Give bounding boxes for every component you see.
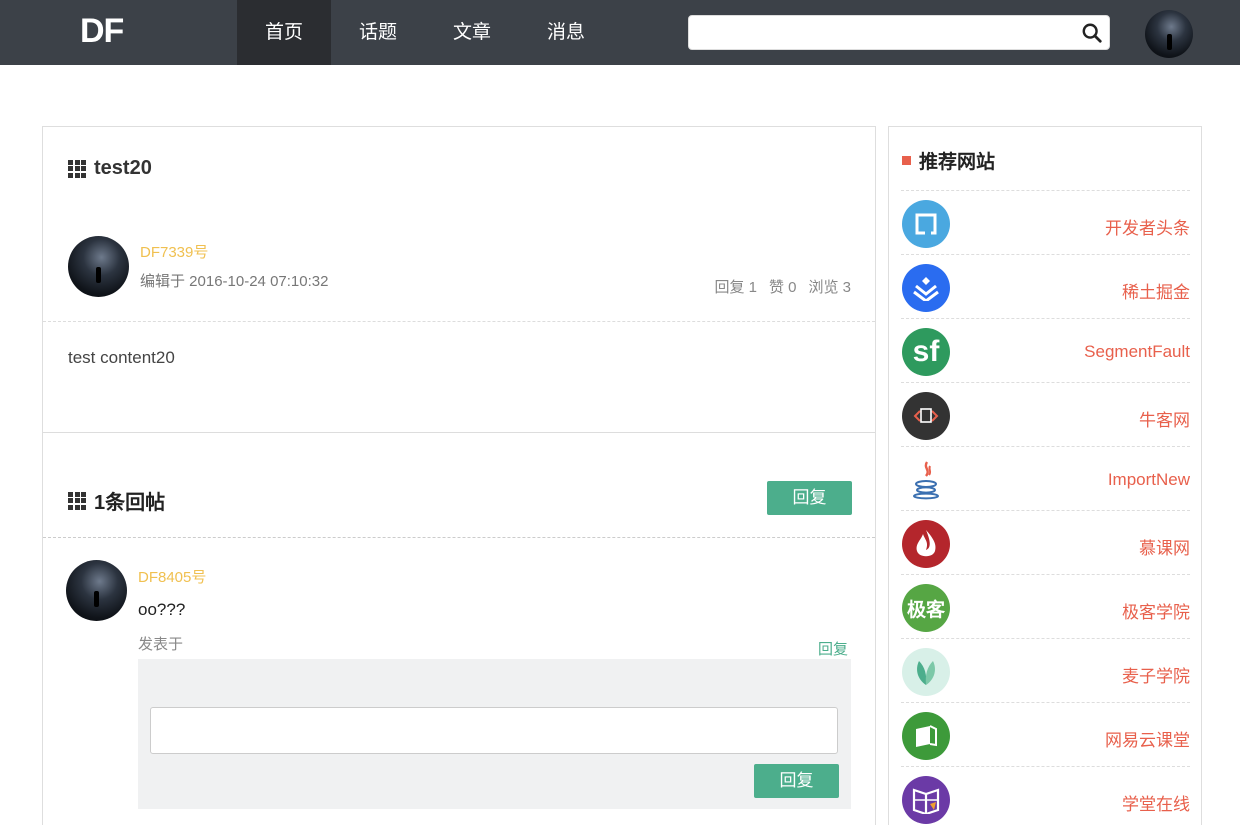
site-logo[interactable]: DF <box>80 12 124 51</box>
list-item[interactable]: 牛客网 <box>901 382 1190 446</box>
square-icon <box>902 156 911 165</box>
site-name[interactable]: 麦子学院 <box>1122 662 1190 687</box>
post-panel: test20 DF7339号 编辑于 2016-10-24 07:10:32 回… <box>42 126 876 825</box>
recommended-sites-panel: 推荐网站 开发者头条 稀土掘金 sf SegmentFault 牛客网 Impo… <box>888 126 1202 825</box>
list-item[interactable]: 慕课网 <box>901 510 1190 574</box>
reply-submit-button[interactable]: 回复 <box>754 764 839 798</box>
list-item[interactable]: 网易云课堂 <box>901 702 1190 766</box>
search-icon[interactable] <box>1081 22 1103 44</box>
search-input[interactable] <box>689 16 1069 49</box>
nav-item-home[interactable]: 首页 <box>237 0 331 65</box>
reply-count: 回复 1 <box>714 279 757 296</box>
xuetangx-icon[interactable] <box>902 776 950 824</box>
post-section: test20 DF7339号 编辑于 2016-10-24 07:10:32 回… <box>43 127 875 433</box>
search-box <box>688 15 1110 50</box>
like-count: 赞 0 <box>768 279 797 296</box>
view-count: 浏览 3 <box>808 279 851 296</box>
site-name[interactable]: 学堂在线 <box>1122 790 1190 815</box>
nowcoder-icon[interactable] <box>902 392 950 440</box>
site-name[interactable]: 牛客网 <box>1139 406 1190 431</box>
edit-timestamp: 编辑于 2016-10-24 07:10:32 <box>140 273 329 290</box>
list-item[interactable]: 开发者头条 <box>901 190 1190 254</box>
imooc-icon[interactable] <box>902 520 950 568</box>
site-name[interactable]: ImportNew <box>1108 470 1190 490</box>
site-name[interactable]: 网易云课堂 <box>1105 726 1190 751</box>
site-name[interactable]: 开发者头条 <box>1105 214 1190 239</box>
top-navbar: DF 首页 话题 文章 消息 <box>0 0 1240 65</box>
juejin-icon[interactable] <box>902 264 950 312</box>
list-item[interactable]: ImportNew <box>901 446 1190 510</box>
post-stats: 回复 1 赞 0 浏览 3 <box>714 276 851 297</box>
segmentfault-icon[interactable]: sf <box>902 328 950 376</box>
site-name[interactable]: 极客学院 <box>1122 598 1190 623</box>
user-avatar[interactable] <box>1145 10 1193 58</box>
nav-item-messages[interactable]: 消息 <box>519 0 613 65</box>
site-name[interactable]: SegmentFault <box>1084 342 1190 362</box>
divider <box>43 321 875 322</box>
author-name[interactable]: DF7339号 <box>140 241 208 262</box>
nav-item-articles[interactable]: 文章 <box>425 0 519 65</box>
reply-input[interactable] <box>150 707 838 754</box>
reply-button[interactable]: 回复 <box>767 481 852 515</box>
comment-reply-link[interactable]: 回复 <box>818 638 848 659</box>
sidebar-title: 推荐网站 <box>919 152 996 173</box>
comment-avatar[interactable] <box>66 560 127 621</box>
toutiao-icon[interactable] <box>902 200 950 248</box>
list-item[interactable]: sf SegmentFault <box>901 318 1190 382</box>
main-nav: 首页 话题 文章 消息 <box>237 0 613 65</box>
list-item[interactable]: 学堂在线 <box>901 766 1190 825</box>
post-title-row: test20 <box>68 157 152 180</box>
post-title: test20 <box>94 157 152 179</box>
jikexueyuan-icon[interactable]: 极客 <box>902 584 950 632</box>
site-list: 开发者头条 稀土掘金 sf SegmentFault 牛客网 ImportNew <box>901 190 1190 825</box>
list-item[interactable]: 稀土掘金 <box>901 254 1190 318</box>
site-name[interactable]: 慕课网 <box>1139 534 1190 559</box>
grid-icon <box>68 159 86 178</box>
comment-date: 发表于 <box>138 636 184 653</box>
author-avatar[interactable] <box>68 236 129 297</box>
maiziedu-icon[interactable] <box>902 648 950 696</box>
comment-text: oo??? <box>138 600 186 619</box>
list-item[interactable]: 麦子学院 <box>901 638 1190 702</box>
nav-item-topics[interactable]: 话题 <box>331 0 425 65</box>
grid-icon <box>68 491 86 510</box>
list-item[interactable]: 极客 极客学院 <box>901 574 1190 638</box>
post-content: test content20 <box>68 348 175 367</box>
java-icon[interactable] <box>902 456 950 504</box>
163study-icon[interactable] <box>902 712 950 760</box>
reply-form: 回复 <box>138 659 851 809</box>
replies-title: 1条回帖 <box>94 492 166 514</box>
comment-author[interactable]: DF8405号 <box>138 566 206 587</box>
site-name[interactable]: 稀土掘金 <box>1122 278 1190 303</box>
replies-title-row: 1条回帖 <box>68 486 165 515</box>
sidebar-header: 推荐网站 <box>902 147 995 174</box>
divider <box>43 537 875 538</box>
